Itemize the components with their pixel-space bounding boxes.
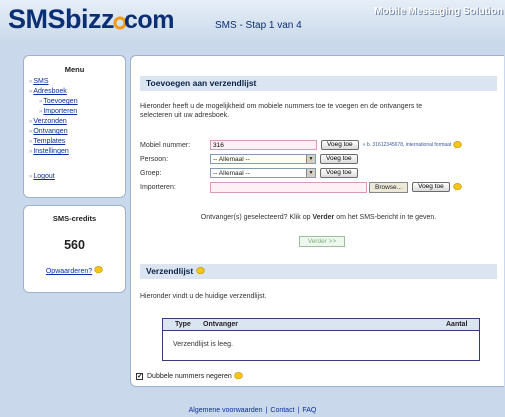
menu-link-templates[interactable]: Templates (33, 138, 65, 145)
logo[interactable]: SMSbizz com (8, 4, 174, 35)
import-label: Importeren: (140, 183, 176, 191)
next-button[interactable]: Verder >> (299, 236, 345, 247)
add-person-button[interactable]: Voeg toe (320, 154, 358, 164)
dropdown-arrow-icon[interactable]: ▼ (306, 169, 315, 177)
person-label: Persoon: (140, 155, 169, 163)
person-select-value: -- Allemaal -- (213, 156, 250, 163)
lightbulb-help-icon[interactable] (94, 266, 103, 274)
menu-item-logout[interactable]: »Logout (29, 172, 125, 182)
add-mobile-button[interactable]: Voeg toe (321, 140, 359, 150)
bullet-icon: » (29, 174, 33, 180)
column-count: Aantal (446, 321, 468, 328)
menu-list: »SMS »Adresboek »Toevoegen »Importeren »… (24, 77, 125, 182)
bullet-icon: » (39, 109, 43, 115)
recipient-table: Type Ontvanger Aantal Verzendlijst is le… (162, 318, 480, 361)
menu-item-ontvangen[interactable]: »Ontvangen (29, 127, 125, 137)
credits-title: SMS-credits (52, 214, 97, 223)
menu-link-importeren[interactable]: Importeren (43, 108, 77, 115)
ready-text-bold: Verder (312, 214, 335, 221)
bullet-icon: » (39, 99, 43, 105)
menu-link-adresboek[interactable]: Adresboek (33, 88, 66, 95)
add-import-button[interactable]: Voeg toe (412, 182, 450, 192)
mobile-number-label: Mobiel nummer: (140, 141, 191, 149)
main-panel: Toevoegen aan verzendlijst Hieronder hee… (130, 55, 504, 387)
list-section-header: Verzendlijst (140, 264, 497, 279)
menu-link-sms[interactable]: SMS (33, 78, 48, 85)
dedupe-checkbox[interactable]: ✓ (136, 372, 143, 380)
bullet-icon: » (29, 129, 33, 135)
menu-item-verzonden[interactable]: »Verzonden (29, 117, 125, 127)
footer-separator: | (297, 407, 300, 414)
footer-terms-link[interactable]: Algemene voorwaarden (189, 407, 263, 414)
menu-item-templates[interactable]: »Templates (29, 137, 125, 147)
footer-contact-link[interactable]: Contact (270, 407, 294, 414)
tagline: Mobile Messaging Solution (374, 6, 503, 17)
menu-spacer (29, 157, 125, 172)
topup-link[interactable]: Opwaarderen? (46, 268, 92, 275)
lightbulb-help-icon[interactable] (195, 267, 205, 275)
lightbulb-help-icon[interactable] (234, 372, 243, 380)
column-recipient: Ontvanger (203, 321, 239, 328)
empty-list-message: Verzendlijst is leeg. (173, 341, 233, 348)
mobile-format-hint: » b. 31612345678, international formaat (362, 142, 452, 148)
bullet-icon: » (29, 79, 33, 85)
menu-link-toevoegen[interactable]: Toevoegen (43, 98, 77, 105)
add-section-intro: Hieronder heeft u de mogelijkheid om mob… (140, 102, 422, 120)
logo-main: SMSbizz (8, 4, 115, 34)
topup-row: Opwaarderen? (24, 266, 125, 275)
menu-link-logout[interactable]: Logout (33, 173, 54, 180)
bullet-icon: » (29, 89, 33, 95)
footer-faq-link[interactable]: FAQ (302, 407, 316, 414)
menu-title: Menu (64, 65, 85, 74)
credits-value: 560 (64, 238, 85, 252)
person-select[interactable]: -- Allemaal -- ▼ (210, 154, 316, 164)
column-type: Type (175, 321, 191, 328)
menu-link-ontvangen[interactable]: Ontvangen (33, 128, 67, 135)
group-select[interactable]: -- Allemaal -- ▼ (210, 168, 316, 178)
dropdown-arrow-icon[interactable]: ▼ (306, 155, 315, 163)
menu-item-toevoegen[interactable]: »Toevoegen (29, 97, 125, 107)
lightbulb-help-icon[interactable] (453, 141, 463, 149)
menu-item-importeren[interactable]: »Importeren (29, 107, 125, 117)
import-row: Importeren: Browse... Voeg toe (140, 181, 500, 193)
intro-line-2: selecteren uit uw adresboek. (140, 112, 230, 119)
person-row: Persoon: -- Allemaal -- ▼ Voeg toe (140, 153, 500, 165)
menu-panel: Menu »SMS »Adresboek »Toevoegen »Importe… (23, 55, 126, 198)
ready-instruction: Ontvanger(s) geselecteerd? Klik op Verde… (140, 214, 497, 221)
bullet-icon: » (29, 119, 33, 125)
add-group-button[interactable]: Voeg toe (320, 168, 358, 178)
menu-link-verzonden[interactable]: Verzonden (33, 118, 66, 125)
menu-item-instellingen[interactable]: »Instellingen (29, 147, 125, 157)
credits-panel: SMS-credits 560 Opwaarderen? (23, 205, 126, 293)
group-label: Groep: (140, 169, 162, 177)
header: SMSbizz com SMS - Stap 1 van 4 Mobile Mes… (0, 0, 505, 44)
mobile-number-row: Mobiel nummer: 316 Voeg toe » b. 3161234… (140, 139, 500, 151)
group-select-value: -- Allemaal -- (213, 170, 250, 177)
list-section-intro: Hieronder vindt u de huidige verzendlijs… (140, 293, 267, 300)
dedupe-row: ✓ Dubbele nummers negeren (136, 372, 243, 380)
dedupe-label[interactable]: Dubbele nummers negeren (147, 373, 232, 380)
add-section-title: Toevoegen aan verzendlijst (140, 76, 497, 91)
menu-item-sms[interactable]: »SMS (29, 77, 125, 87)
menu-link-instellingen[interactable]: Instellingen (33, 148, 68, 155)
ready-text-after: om het SMS-bericht in te geven. (334, 214, 437, 221)
bullet-icon: » (29, 139, 33, 145)
browse-button[interactable]: Browse... (369, 181, 409, 193)
logo-suffix: com (124, 6, 174, 34)
footer-separator: | (265, 407, 268, 414)
menu-item-adresboek[interactable]: »Adresboek (29, 87, 125, 97)
ready-text-before: Ontvanger(s) geselecteerd? Klik op (200, 214, 313, 221)
intro-line-1: Hieronder heeft u de mogelijkheid om mob… (140, 103, 423, 110)
bullet-icon: » (29, 149, 33, 155)
table-header: Type Ontvanger Aantal (163, 319, 479, 331)
mobile-number-input[interactable]: 316 (210, 140, 317, 150)
page-title: SMS - Stap 1 van 4 (215, 20, 302, 31)
footer: Algemene voorwaarden | Contact | FAQ (0, 407, 505, 414)
group-row: Groep: -- Allemaal -- ▼ Voeg toe (140, 167, 500, 179)
list-section-title: Verzendlijst (146, 266, 194, 276)
lightbulb-help-icon[interactable] (452, 183, 462, 191)
import-file-input[interactable] (210, 181, 367, 193)
